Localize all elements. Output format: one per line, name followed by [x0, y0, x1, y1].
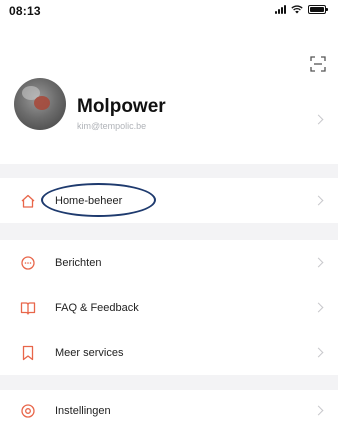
bookmark-icon: [22, 345, 34, 361]
avatar[interactable]: [14, 78, 66, 130]
book-icon: [20, 302, 36, 315]
settings-card: Instellingen: [0, 390, 338, 422]
menu-item-messages[interactable]: Berichten: [0, 240, 338, 285]
chevron-right-icon: [313, 195, 324, 206]
battery-icon: [308, 5, 328, 14]
profile-name: Molpower: [77, 96, 166, 117]
status-bar: 08:13: [0, 0, 338, 22]
app-screen: 08:13 Molpower kim@tempolic.be Home-behe…: [0, 0, 338, 422]
home-card: Home-beheer: [0, 178, 338, 223]
message-icon: [21, 256, 35, 270]
menu-item-home-management[interactable]: Home-beheer: [0, 178, 338, 223]
chevron-right-icon: [313, 405, 324, 416]
menu-item-more-services[interactable]: Meer services: [0, 330, 338, 375]
profile-email: kim@tempolic.be: [77, 121, 147, 131]
scan-icon[interactable]: [310, 56, 326, 72]
menu-item-faq-feedback[interactable]: FAQ & Feedback: [0, 285, 338, 330]
home-icon: [21, 194, 35, 208]
chevron-right-icon: [313, 347, 324, 358]
menu-card: Berichten FAQ & Feedback Meer services: [0, 240, 338, 375]
menu-label-home-management: Home-beheer: [55, 195, 123, 207]
menu-label-more-services: Meer services: [55, 347, 124, 359]
menu-label-settings: Instellingen: [55, 405, 111, 417]
settings-icon: [21, 404, 35, 418]
menu-label-faq-feedback: FAQ & Feedback: [55, 302, 139, 314]
menu-item-settings[interactable]: Instellingen: [0, 390, 338, 422]
menu-label-messages: Berichten: [55, 257, 102, 269]
signal-icon: [275, 5, 286, 14]
chevron-right-icon: [313, 257, 324, 268]
status-time: 08:13: [9, 4, 41, 18]
status-icons: [275, 5, 328, 14]
chevron-right-icon: [313, 302, 324, 313]
wifi-icon: [291, 5, 303, 14]
